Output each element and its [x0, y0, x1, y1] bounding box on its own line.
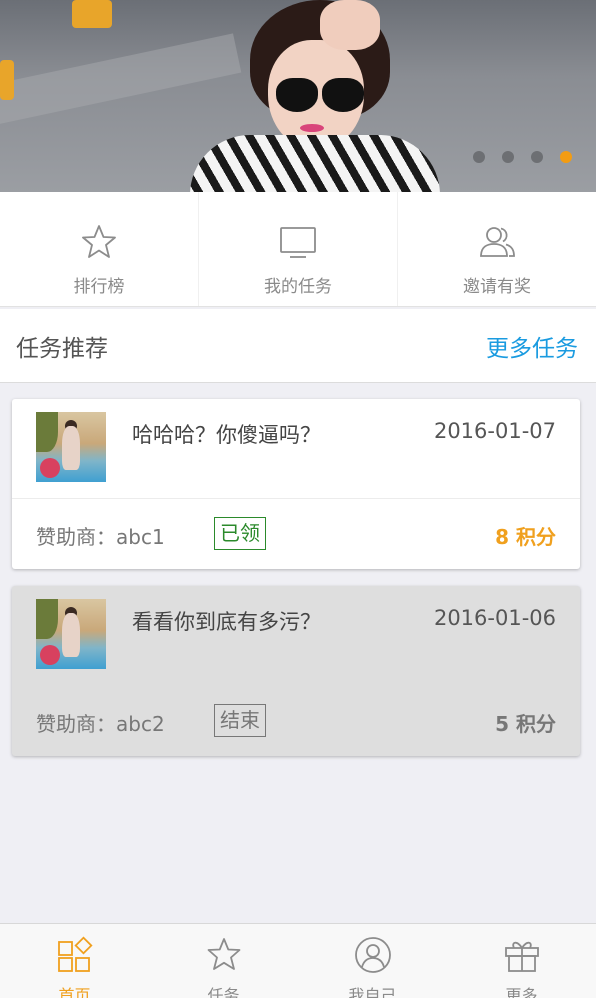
task-date: 2016-01-07 — [433, 419, 556, 443]
user-circle-icon — [354, 936, 392, 978]
home-grid-icon — [56, 936, 94, 978]
tab-label: 我自己 — [348, 986, 397, 998]
carousel-dot[interactable] — [502, 151, 514, 163]
carousel-indicator — [473, 151, 572, 163]
task-points: 5 积分 — [495, 712, 556, 736]
quick-nav-label: 邀请有奖 — [463, 277, 531, 297]
quick-nav-ranking[interactable]: 排行榜 — [0, 192, 199, 306]
banner-model-lips — [300, 124, 324, 132]
tab-tasks[interactable]: 任务 — [149, 924, 298, 998]
task-sponsor: 赞助商：abc1 — [36, 525, 165, 549]
task-recommend-header: 任务推荐 更多任务 — [0, 309, 596, 383]
quick-nav-label: 排行榜 — [73, 277, 125, 297]
tab-label: 首页 — [58, 986, 91, 998]
traffic-cone — [0, 60, 14, 100]
carousel-dot-active[interactable] — [560, 151, 572, 163]
traffic-cone — [72, 0, 112, 28]
tab-label: 任务 — [207, 986, 240, 998]
task-card[interactable]: 哈哈哈？你傻逼吗？ 2016-01-07 赞助商：abc1 已领 8 积分 — [12, 399, 580, 569]
task-card[interactable]: 看看你到底有多污？ 2016-01-06 赞助商：abc2 结束 5 积分 — [12, 586, 580, 756]
sunglasses — [276, 78, 318, 112]
sunglasses — [322, 78, 364, 112]
star-icon — [205, 936, 243, 978]
users-icon — [477, 222, 517, 266]
banner-carousel[interactable] — [0, 0, 596, 192]
tab-label: 更多 — [505, 986, 538, 998]
section-title: 任务推荐 — [16, 335, 108, 362]
banner-model-hand — [320, 0, 380, 50]
quick-nav-my-tasks[interactable]: 我的任务 — [199, 192, 398, 306]
bottom-tab-bar: 首页 任务 我自己 更多 — [0, 923, 596, 998]
quick-nav-label: 我的任务 — [264, 277, 332, 297]
quick-nav: 排行榜 我的任务 邀请有奖 — [0, 192, 596, 307]
banner-model-top — [190, 135, 440, 192]
banner-background — [0, 33, 242, 127]
status-badge: 已领 — [214, 517, 266, 550]
tab-more[interactable]: 更多 — [447, 924, 596, 998]
gift-icon — [503, 936, 541, 978]
task-title: 看看你到底有多污？ — [132, 610, 321, 634]
task-title: 哈哈哈？你傻逼吗？ — [132, 423, 321, 447]
monitor-icon — [278, 222, 318, 266]
more-tasks-link[interactable]: 更多任务 — [486, 329, 578, 363]
carousel-dot[interactable] — [531, 151, 543, 163]
carousel-dot[interactable] — [473, 151, 485, 163]
quick-nav-invite[interactable]: 邀请有奖 — [398, 192, 596, 306]
task-date: 2016-01-06 — [433, 606, 556, 630]
status-badge: 结束 — [214, 704, 266, 737]
tab-home[interactable]: 首页 — [0, 924, 149, 998]
task-points: 8 积分 — [495, 525, 556, 549]
task-sponsor: 赞助商：abc2 — [36, 712, 165, 736]
star-icon — [79, 222, 119, 266]
task-thumbnail — [36, 412, 106, 482]
tab-profile[interactable]: 我自己 — [298, 924, 447, 998]
task-thumbnail — [36, 599, 106, 669]
